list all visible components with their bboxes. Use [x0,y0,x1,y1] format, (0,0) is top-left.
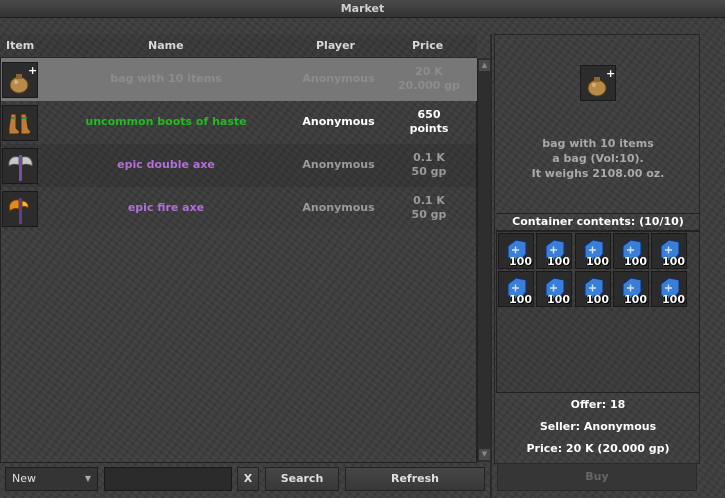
scroll-up-icon[interactable]: ▲ [479,60,490,71]
offer-number: Offer: 18 [570,398,626,411]
container-slot[interactable]: 100 [575,271,611,307]
container-slot[interactable]: 100 [613,233,649,269]
container-slot[interactable]: 100 [536,233,572,269]
offer-price-primary: 20 K [415,65,443,78]
column-header-player[interactable]: Player [316,39,355,52]
offer-price: 20 K 20.000 gp [389,65,469,93]
offer-price-primary: 0.1 K [413,194,445,207]
container-slot[interactable]: 100 [613,271,649,307]
svg-text:+: + [606,67,615,80]
offers-list: + bag with 10 items Anonymous 20 K 20.00… [0,58,477,463]
offers-scrollbar[interactable]: ▲ ▼ [477,58,490,462]
chevron-down-icon: ▼ [84,474,91,483]
offer-filter-value: New [12,472,36,485]
table-header: Item Name Player Price [0,34,477,58]
container-contents: 100 100 100 100 100 100 100 100 100 100 [496,231,700,393]
offer-player: Anonymous [302,72,375,85]
column-header-item[interactable]: Item [6,39,34,52]
container-slot[interactable]: 100 [651,271,687,307]
container-slot[interactable]: 100 [536,271,572,307]
search-button[interactable]: Search [265,467,339,491]
offer-price: 0.1 K 50 gp [389,194,469,222]
offer-name: epic fire axe [127,201,205,214]
container-slot[interactable]: 100 [498,233,534,269]
offer-name: uncommon boots of haste [85,115,247,128]
offer-player: Anonymous [302,201,375,214]
offer-price-primary: 0.1 K [413,151,445,164]
container-slot[interactable]: 100 [498,271,534,307]
offer-name: bag with 10 items [110,72,222,85]
offer-price: 650 points [389,108,469,136]
boots-icon [2,105,38,141]
table-row[interactable]: uncommon boots of haste Anonymous 650 po… [1,101,477,144]
container-contents-label: Container contents: (10/10) [496,213,700,231]
item-description-name: bag with 10 items [542,137,654,150]
offer-total-price: Price: 20 K (20.000 gp) [526,442,670,455]
offer-name: epic double axe [117,158,215,171]
clear-search-button[interactable]: X [237,467,259,491]
table-row[interactable]: + bag with 10 items Anonymous 20 K 20.00… [1,58,477,101]
column-header-price[interactable]: Price [412,39,443,52]
column-header-name[interactable]: Name [148,39,184,52]
item-description-weight: It weighs 2108.00 oz. [531,167,665,180]
svg-text:+: + [28,64,37,77]
offer-price-secondary: points [409,122,449,135]
bag-icon: + [2,62,38,98]
offers-panel: Item Name Player Price + bag with 10 ite… [0,34,490,464]
offer-price-secondary: 20.000 gp [397,79,461,92]
item-description-type: a bag (Vol:10). [552,152,644,165]
container-slot[interactable]: 100 [651,233,687,269]
search-input[interactable] [104,467,232,491]
double-axe-icon [2,148,38,184]
table-row[interactable]: epic double axe Anonymous 0.1 K 50 gp [1,144,477,187]
window-title: Market [0,0,725,18]
offer-price: 0.1 K 50 gp [389,151,469,179]
offer-price-secondary: 50 gp [411,165,447,178]
offer-price-primary: 650 [417,108,441,121]
offer-filter-select[interactable]: New ▼ [5,467,98,491]
panel-divider [490,34,492,498]
offer-player: Anonymous [302,115,375,128]
market-window: Market Item Name Player Price + bag with [0,0,725,498]
offer-seller: Seller: Anonymous [539,420,657,433]
offer-player: Anonymous [302,158,375,171]
table-row[interactable]: epic fire axe Anonymous 0.1 K 50 gp [1,187,477,230]
fire-axe-icon [2,191,38,227]
scroll-down-icon[interactable]: ▼ [479,449,490,460]
buy-button[interactable]: Buy [497,463,697,491]
bag-icon: + [580,65,616,101]
container-slot[interactable]: 100 [575,233,611,269]
offer-price-secondary: 50 gp [411,208,447,221]
refresh-button[interactable]: Refresh [345,467,485,491]
details-panel: + bag with 10 items a bag (Vol:10). It w… [494,34,700,491]
